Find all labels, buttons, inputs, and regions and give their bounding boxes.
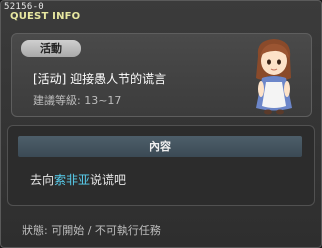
quest-summary-card: 活動 [活动] 迎接愚人节的谎言 建議等級: 13~17 bbox=[11, 33, 312, 117]
description-prefix: 去向 bbox=[30, 173, 55, 187]
quest-info-window: 52156-0 QUEST INFO 活動 [活动] 迎接愚人节的谎言 建議等級… bbox=[0, 0, 322, 248]
quest-category-badge: 活動 bbox=[21, 40, 81, 57]
description-suffix: 说谎吧 bbox=[90, 173, 127, 187]
npc-link[interactable]: 索非亚 bbox=[54, 173, 90, 187]
quest-name: [活动] 迎接愚人节的谎言 bbox=[33, 72, 167, 86]
window-title: QUEST INFO bbox=[10, 11, 81, 22]
quest-description: 去向索非亚说谎吧 bbox=[30, 171, 126, 188]
title-bar[interactable]: 52156-0 QUEST INFO bbox=[1, 1, 321, 25]
npc-portrait-icon bbox=[256, 39, 292, 115]
content-panel: 內容 去向索非亚说谎吧 bbox=[7, 125, 315, 206]
recommended-level: 建議等級: 13~17 bbox=[33, 94, 122, 107]
quest-status: 狀態: 可開始 / 不可執行任務 bbox=[22, 224, 161, 237]
content-header: 內容 bbox=[18, 136, 302, 157]
